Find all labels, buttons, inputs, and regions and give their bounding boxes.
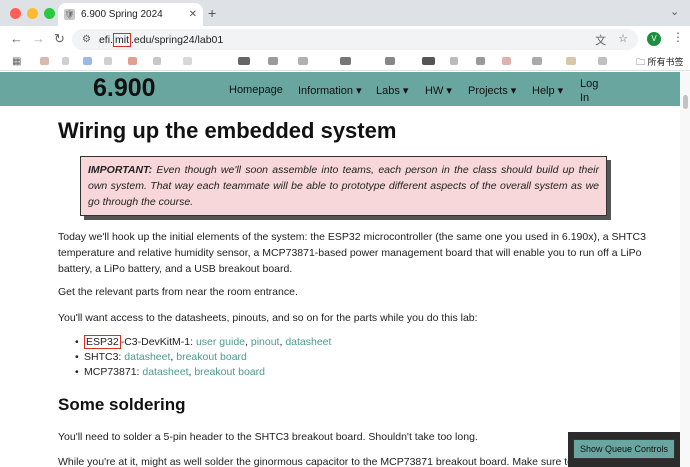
important-text: Even though we'll soon assemble into tea… <box>88 164 599 208</box>
access-paragraph: You'll want access to the datasheets, pi… <box>58 312 478 324</box>
back-arrow-icon[interactable]: ← <box>10 31 23 46</box>
site-nav-bar: 6.900 Homepage Information ▾ Labs ▾ HW ▾… <box>0 72 680 106</box>
url-text: efi. mit .edu/spring24/lab01 <box>98 32 224 47</box>
minimize-window-button[interactable] <box>27 8 38 19</box>
nav-homepage[interactable]: Homepage <box>229 84 283 96</box>
nav-hw[interactable]: HW ▾ <box>425 84 452 97</box>
window-controls <box>10 8 55 19</box>
list-item-shtc3: SHTC3: datasheet, breakout board <box>75 350 331 365</box>
list-item-esp32: ESP32-C3-DevKitM-1: user guide, pinout, … <box>75 335 331 350</box>
bookmark-item[interactable] <box>104 57 112 65</box>
parts-list: ESP32-C3-DevKitM-1: user guide, pinout, … <box>75 335 331 380</box>
important-callout: IMPORTANT: Even though we'll soon assemb… <box>80 156 607 216</box>
site-settings-icon[interactable]: ⚙ <box>82 34 91 45</box>
bookmark-item[interactable] <box>183 57 192 65</box>
nav-information[interactable]: Information ▾ <box>298 84 362 97</box>
tab-title: 6.900 Spring 2024 <box>81 9 163 20</box>
esp32-highlight-box: ESP32 <box>84 335 121 349</box>
bookmark-item[interactable] <box>40 57 49 65</box>
queue-controls-panel: Show Queue Controls <box>568 432 680 467</box>
browser-tab-active[interactable]: 🛡 6.900 Spring 2024 ✕ <box>58 3 203 26</box>
bookmark-item[interactable] <box>450 57 458 65</box>
site-favicon-icon: 🛡 <box>64 9 75 20</box>
address-bar[interactable]: ⚙ efi. mit .edu/spring24/lab01 文 ☆ <box>72 29 638 50</box>
list-item-mcp73871: MCP73871: datasheet, breakout board <box>75 365 331 380</box>
bookmark-item[interactable] <box>298 57 308 65</box>
show-queue-controls-button[interactable]: Show Queue Controls <box>573 439 675 459</box>
bookmark-item[interactable] <box>128 57 137 65</box>
all-bookmarks-folder[interactable]: 🗀 所有书签 <box>636 55 684 71</box>
bookmark-item[interactable] <box>238 57 250 65</box>
intro-paragraph: Today we'll hook up the initial elements… <box>58 231 646 275</box>
bookmark-item[interactable] <box>268 57 278 65</box>
bookmark-item[interactable] <box>385 57 395 65</box>
tab-search-chevron-icon[interactable]: ⌄ <box>670 5 679 18</box>
bookmark-item[interactable] <box>566 57 576 65</box>
bookmark-item[interactable] <box>532 57 542 65</box>
nav-help[interactable]: Help ▾ <box>532 84 563 97</box>
reload-icon[interactable]: ↻ <box>54 31 65 47</box>
bookmarks-bar: ▦ 🗀 所有书签 <box>0 52 690 71</box>
folder-icon: 🗀 <box>636 57 648 67</box>
scrollbar-thumb[interactable] <box>683 95 688 109</box>
apps-grid-icon[interactable]: ▦ <box>12 56 21 67</box>
nav-labs[interactable]: Labs ▾ <box>376 84 408 97</box>
url-highlight-box: mit <box>112 32 131 47</box>
forward-arrow-icon[interactable]: → <box>32 31 45 46</box>
maximize-window-button[interactable] <box>44 8 55 19</box>
bookmark-item[interactable] <box>476 57 485 65</box>
important-label: IMPORTANT: <box>88 164 153 176</box>
page-scrollbar[interactable] <box>680 72 690 467</box>
bookmark-item[interactable] <box>422 57 435 65</box>
nav-projects[interactable]: Projects ▾ <box>468 84 516 97</box>
nav-login[interactable]: Log In <box>580 77 606 105</box>
new-tab-icon[interactable]: + <box>208 5 216 21</box>
esp32-datasheet-link[interactable]: datasheet <box>285 336 331 348</box>
esp32-pinout-link[interactable]: pinout <box>251 336 280 348</box>
bookmark-item[interactable] <box>502 57 511 65</box>
tab-close-icon[interactable]: ✕ <box>189 9 197 20</box>
parts-paragraph: Get the relevant parts from near the roo… <box>58 286 298 298</box>
bookmark-item[interactable] <box>598 57 607 65</box>
section-heading-soldering: Some soldering <box>58 395 186 414</box>
bookmark-item[interactable] <box>340 57 351 65</box>
browser-toolbar: ← → ↻ ⚙ efi. mit .edu/spring24/lab01 文 ☆ <box>0 26 690 52</box>
browser-tab-strip: 🛡 6.900 Spring 2024 ✕ + ⌄ <box>0 0 690 26</box>
profile-avatar[interactable]: V <box>647 32 661 46</box>
mcp73871-datasheet-link[interactable]: datasheet <box>142 366 188 378</box>
close-window-button[interactable] <box>10 8 21 19</box>
page-title: Wiring up the embedded system <box>58 118 397 143</box>
bookmark-item[interactable] <box>62 57 69 65</box>
browser-menu-icon[interactable]: ⋮ <box>672 30 684 44</box>
bookmark-item[interactable] <box>153 57 161 65</box>
mcp73871-breakout-link[interactable]: breakout board <box>194 366 265 378</box>
shtc3-breakout-link[interactable]: breakout board <box>176 351 247 363</box>
esp32-user-guide-link[interactable]: user guide <box>196 336 245 348</box>
bookmark-item[interactable] <box>83 57 92 65</box>
shtc3-datasheet-link[interactable]: datasheet <box>124 351 170 363</box>
site-brand[interactable]: 6.900 <box>93 74 156 103</box>
bookmark-star-icon[interactable]: ☆ <box>618 32 628 48</box>
translate-icon[interactable]: 文 <box>595 32 606 48</box>
